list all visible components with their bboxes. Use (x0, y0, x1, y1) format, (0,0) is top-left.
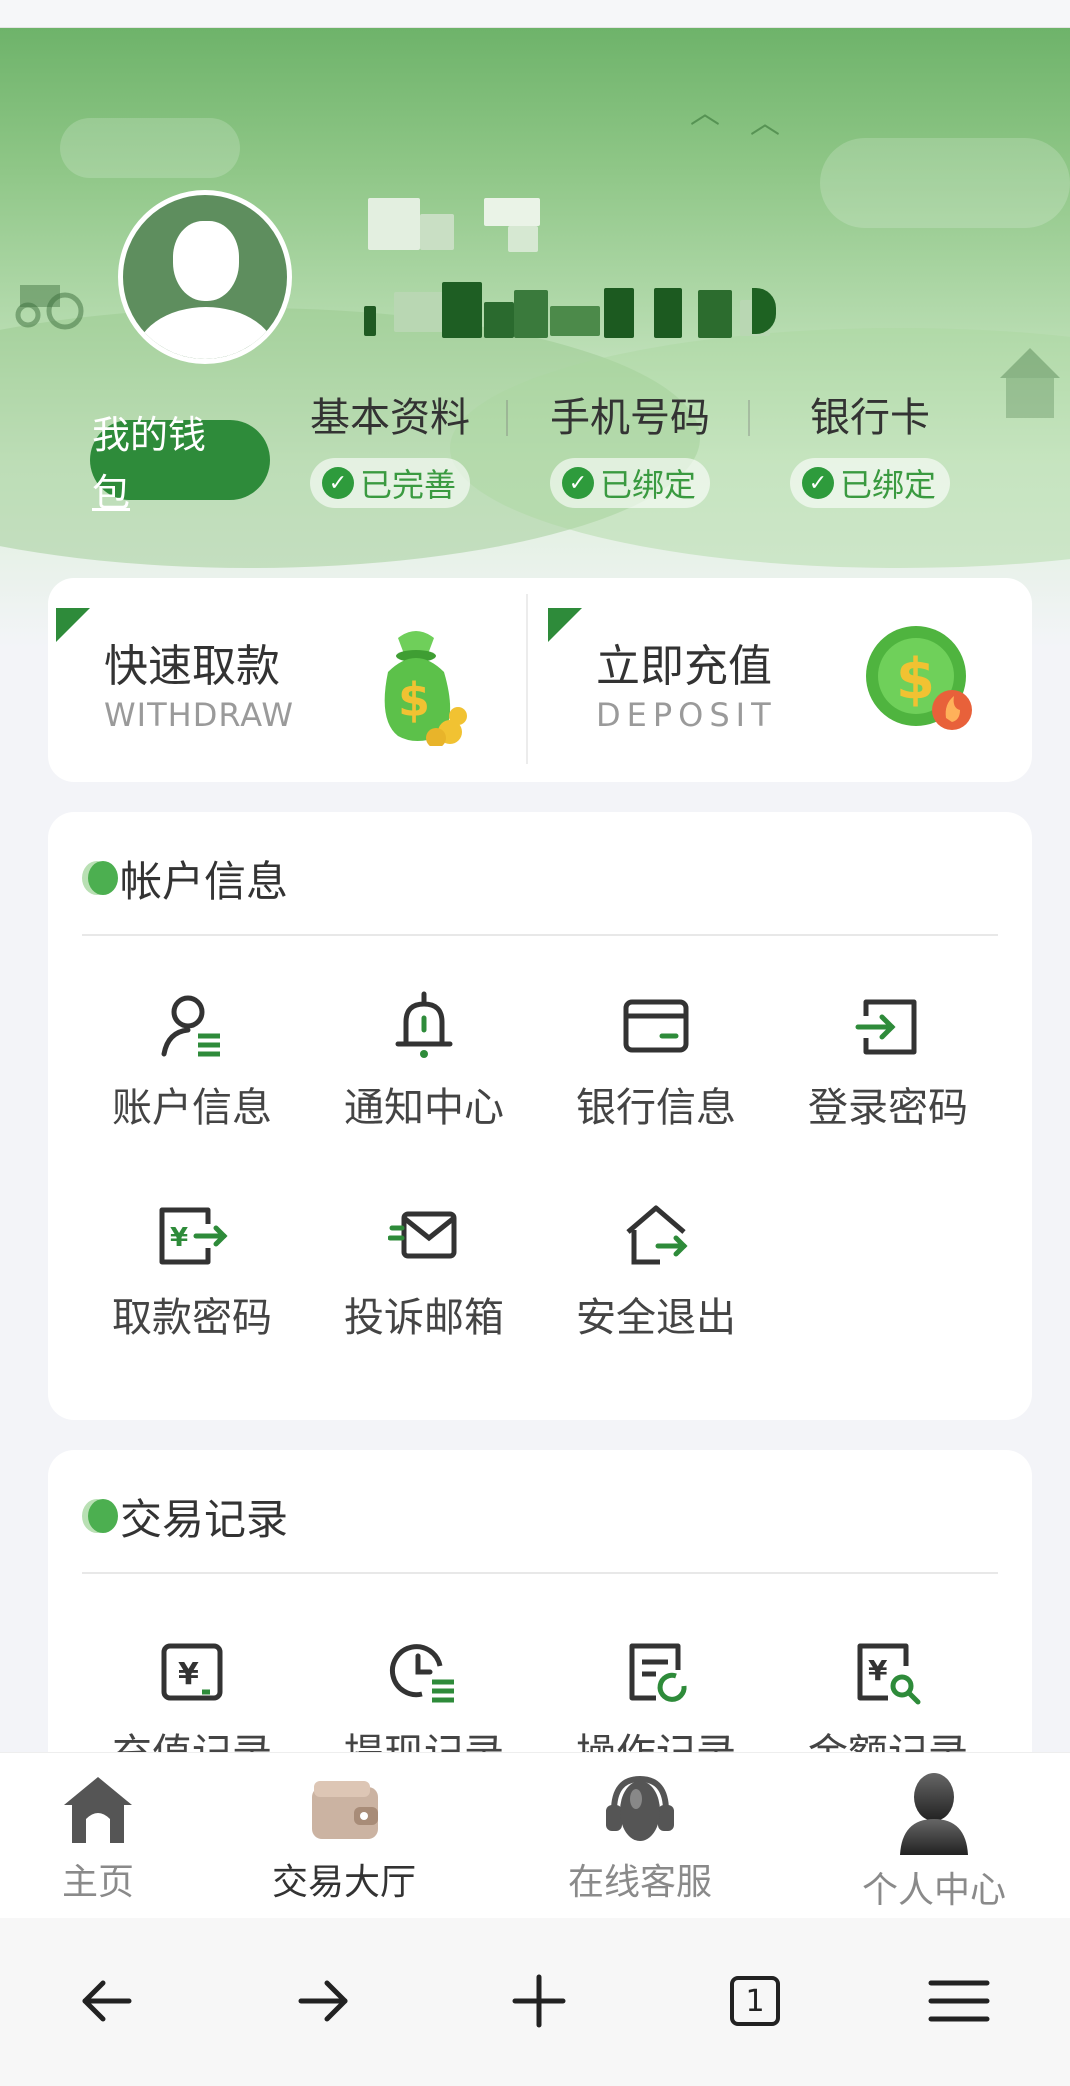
grid-item-logout[interactable]: 安全退出 (540, 1200, 772, 1344)
tab-home[interactable]: 主页 (0, 1771, 218, 1905)
deposit-button[interactable]: 立即充值 DEPOSIT $ (540, 578, 1032, 782)
grid-item-label: 安全退出 (576, 1295, 736, 1341)
forward-button[interactable] (278, 1956, 368, 2046)
status-label: 银行卡 (810, 395, 930, 441)
section-title: 帐户信息 (120, 856, 289, 906)
withdraw-subtitle: WITHDRAW (104, 696, 295, 734)
new-tab-button[interactable] (494, 1956, 584, 2046)
bottom-tab-bar: 主页 交易大厅 在线客服 个人中心 (0, 1752, 1070, 1918)
grid-item-account-info[interactable]: 账户信息 (76, 990, 308, 1134)
tab-trading-hall[interactable]: 交易大厅 (224, 1771, 464, 1905)
document-refresh-icon (629, 1643, 687, 1702)
grid-item-withdraw-password[interactable]: ¥ 取款密码 (76, 1200, 308, 1344)
tab-label: 个人中心 (861, 1870, 1006, 1911)
status-label: 基本资料 (310, 395, 470, 441)
grid-item-notification-center[interactable]: 通知中心 (308, 990, 540, 1134)
tab-online-service[interactable]: 在线客服 (520, 1771, 760, 1905)
deposit-title: 立即充值 (596, 641, 772, 692)
grid-item-label: 取款密码 (112, 1295, 272, 1341)
home-exit-icon (626, 1205, 688, 1265)
tab-label: 交易大厅 (271, 1862, 416, 1903)
tab-label: 主页 (61, 1862, 134, 1903)
plus-icon (512, 1974, 566, 2028)
svg-text:¥: ¥ (868, 1654, 888, 1687)
grid-item-label: 登录密码 (808, 1085, 968, 1131)
section-dot-icon (82, 861, 118, 895)
divider (526, 594, 528, 764)
back-button[interactable] (62, 1956, 152, 2046)
check-icon: ✓ (321, 467, 354, 499)
money-bag-icon: $ (384, 631, 467, 746)
tab-label: 在线客服 (567, 1862, 712, 1903)
status-badge: ✓ 已完善 (309, 458, 470, 508)
status-phone[interactable]: 手机号码 ✓ 已绑定 (530, 392, 730, 508)
status-label: 手机号码 (550, 395, 710, 441)
person-icon (900, 1773, 968, 1855)
section-header: 帐户信息 (82, 850, 288, 906)
withdraw-title: 快速取款 (104, 641, 280, 692)
svg-text:$: $ (398, 673, 430, 727)
user-list-icon (161, 995, 220, 1057)
tab-count: 1 (730, 1976, 780, 2026)
corner-mark (548, 608, 582, 642)
svg-text:$: $ (896, 647, 935, 712)
wallet-icon (312, 1781, 378, 1839)
withdraw-button[interactable]: 快速取款 WITHDRAW $ (48, 578, 540, 782)
login-icon (855, 999, 917, 1055)
clock-list-icon (390, 1644, 454, 1703)
section-title: 交易记录 (120, 1494, 289, 1544)
grid-item-label: 投诉邮箱 (344, 1295, 504, 1341)
arrow-right-icon (298, 1980, 348, 2022)
grid-item-complaint-mailbox[interactable]: 投诉邮箱 (308, 1200, 540, 1344)
mail-icon (388, 1211, 457, 1259)
check-icon: ✓ (801, 467, 834, 499)
arrow-left-icon (82, 1980, 132, 2022)
tractor-illustration (15, 285, 84, 330)
yen-transfer-icon: ¥ (159, 1207, 228, 1265)
headset-icon (606, 1775, 674, 1841)
divider (506, 400, 508, 436)
grid-item-label: 银行信息 (576, 1085, 736, 1131)
deposit-subtitle: DEPOSIT (596, 696, 777, 734)
quick-actions-card: 快速取款 WITHDRAW $ 立即充值 DEPOSIT $ (48, 578, 1032, 782)
status-basic-info[interactable]: 基本资料 ✓ 已完善 (290, 392, 490, 508)
status-strip (0, 0, 1070, 28)
status-badge: ✓ 已绑定 (789, 458, 950, 508)
grid-item-label: 通知中心 (344, 1085, 504, 1131)
tab-personal-center[interactable]: 个人中心 (814, 1771, 1054, 1913)
hamburger-menu-icon (928, 1980, 990, 2022)
section-dot-icon (82, 1499, 118, 1533)
menu-button[interactable] (914, 1956, 1004, 2046)
home-icon (64, 1777, 132, 1843)
yen-receipt-icon: ¥ (161, 1643, 223, 1701)
divider (748, 400, 750, 436)
divider (82, 934, 998, 936)
my-wallet-label[interactable]: 我的钱 包 (92, 406, 242, 522)
status-badge: ✓ 已绑定 (549, 458, 710, 508)
tabs-button[interactable]: 1 (710, 1956, 800, 2046)
grid-item-login-password[interactable]: 登录密码 (772, 990, 1004, 1134)
coin-fire-icon: $ (866, 626, 972, 730)
yen-search-icon: ¥ (857, 1643, 921, 1705)
bell-icon (395, 991, 453, 1058)
divider (82, 1572, 998, 1574)
browser-toolbar: 1 (0, 1918, 1070, 2086)
card-icon (623, 999, 689, 1053)
grid-item-label: 账户信息 (112, 1085, 272, 1131)
svg-text:¥: ¥ (178, 1657, 199, 1692)
check-icon: ✓ (561, 467, 594, 499)
grid-item-bank-info[interactable]: 银行信息 (540, 990, 772, 1134)
section-header: 交易记录 (82, 1488, 288, 1544)
status-bank-card[interactable]: 银行卡 ✓ 已绑定 (770, 392, 970, 508)
avatar[interactable] (118, 190, 292, 364)
corner-mark (56, 608, 90, 642)
svg-text:¥: ¥ (170, 1223, 188, 1253)
house-illustration (1000, 348, 1060, 418)
